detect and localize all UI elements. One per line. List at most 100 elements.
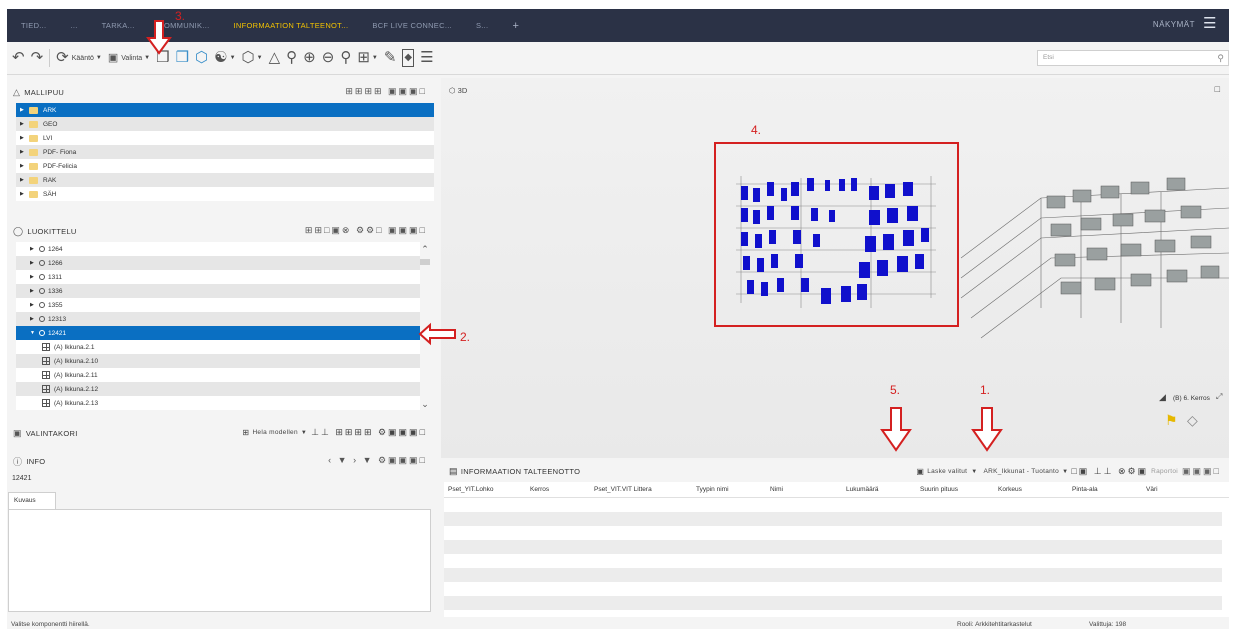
scrollbar-thumb[interactable]	[420, 259, 430, 265]
panel-window-icons[interactable]: ▣▣▣□	[1182, 466, 1221, 477]
torch-icon[interactable]: ⚑	[1165, 412, 1178, 429]
show-button[interactable]: ⬡	[192, 48, 211, 68]
expand-icon[interactable]: ▶	[20, 149, 29, 155]
expand-icon[interactable]: ▶	[30, 302, 39, 308]
expand-icon[interactable]: ▶	[20, 191, 29, 197]
expand-icon[interactable]: ▶	[20, 135, 29, 141]
col-lohko[interactable]: Pset_YIT.Lohko	[444, 482, 526, 497]
eraser-icon[interactable]: ◇	[1187, 412, 1198, 429]
select-dropdown[interactable]: ▣ Valinta ▼	[105, 48, 153, 68]
undo-button[interactable]: ↶	[9, 48, 28, 68]
class-row-12313[interactable]: ▶ 12313	[16, 312, 424, 326]
view-cube-button[interactable]: ⬡ ▼	[239, 48, 266, 68]
tree-row-pdf-felicia[interactable]: ▶ PDF-Felicia	[16, 159, 434, 173]
col-suurin-pituus[interactable]: Suurin pituus	[916, 482, 994, 497]
class-row-1311[interactable]: ▶ 1311	[16, 270, 424, 284]
tree-row-pdf-fiona[interactable]: ▶ PDF- Fiona	[16, 145, 434, 159]
scroll-up-icon[interactable]: ⌃	[420, 244, 430, 255]
tab-files[interactable]: TIED...	[9, 21, 58, 30]
tree-row-geo[interactable]: ▶ GEO	[16, 117, 434, 131]
box-select-button[interactable]: ❒	[153, 48, 172, 68]
class-child-row[interactable]: (A) Ikkuna.2.13	[16, 396, 424, 410]
tree-row-lvi[interactable]: ▶ LVI	[16, 131, 434, 145]
circle-icon	[39, 316, 45, 322]
tree-row-rak[interactable]: ▶ RAK	[16, 173, 434, 187]
class-child-row[interactable]: (A) Ikkuna.2.1	[16, 340, 424, 354]
pencil-icon: ✎	[383, 49, 397, 66]
tree-row-sah[interactable]: ▶ SÄH	[16, 187, 434, 201]
add-tab-button[interactable]: +	[500, 20, 531, 32]
collapse-icon[interactable]: ▼	[30, 330, 39, 336]
expand-icon[interactable]: ▶	[20, 121, 29, 127]
chevron-down-icon: ▼	[256, 55, 263, 61]
redo-button[interactable]: ↷	[28, 48, 47, 68]
chevron-down-icon[interactable]: ▼	[971, 469, 977, 475]
col-nimi[interactable]: Nimi	[766, 482, 842, 497]
tab-s[interactable]: S...	[464, 21, 500, 30]
expand-icon[interactable]: ▶	[30, 316, 39, 322]
zoom-in-button[interactable]: ⊕	[300, 48, 319, 68]
col-pinta-ala[interactable]: Pinta-ala	[1068, 482, 1142, 497]
class-row-1264[interactable]: ▶ 1264	[16, 242, 424, 256]
takeoff-tool-icons[interactable]: □▣ ⊥⊥ ⊗⚙▣	[1071, 466, 1148, 477]
expand-icon[interactable]: ▶	[30, 260, 39, 266]
layers-button[interactable]: ☰	[417, 48, 436, 68]
zoom-fit-button[interactable]: ⚲	[283, 48, 300, 68]
expand-icon[interactable]: ▶	[20, 163, 29, 169]
col-vari[interactable]: Väri	[1142, 482, 1202, 497]
basket-title: VALINTAKORI	[25, 428, 78, 438]
search-icon[interactable]: ⚲	[1217, 53, 1224, 64]
markup-button[interactable]: ✎	[381, 48, 400, 68]
col-tyypin-nimi[interactable]: Tyypin nimi	[692, 482, 766, 497]
walk-button[interactable]: ☯ ▼	[211, 48, 238, 68]
class-child-row[interactable]: (A) Ikkuna.2.11	[16, 368, 424, 382]
expand-icon[interactable]: ▶	[20, 177, 29, 183]
class-row-12421[interactable]: ▼ 12421	[16, 326, 424, 340]
rotate-dropdown[interactable]: ⟳ Kääntö ▼	[53, 48, 105, 68]
info-tools[interactable]: ‹ ▼ › ▼ ⚙▣▣▣□	[328, 455, 427, 466]
tab-information-takeoff[interactable]: INFORMAATION TALTEENOT...	[222, 21, 361, 30]
tab-inspection[interactable]: TARKA...	[90, 21, 147, 30]
col-korkeus[interactable]: Korkeus	[994, 482, 1068, 497]
class-row-1336[interactable]: ▶ 1336	[16, 284, 424, 298]
section-button[interactable]: △	[266, 48, 284, 68]
report-button[interactable]: Raportoi	[1151, 468, 1178, 475]
expand-icon[interactable]: ▶	[20, 107, 29, 113]
classification-scrollbar[interactable]: ⌃ ⌄	[420, 242, 430, 410]
model-tree-tools[interactable]: ⊞⊞⊞⊞ ▣▣▣□	[345, 86, 427, 97]
basket-tools[interactable]: ⊞ Hela modellen ▼ ⊥⊥ ⊞⊞⊞⊞ ⚙▣▣▣□	[242, 427, 427, 438]
col-kerros[interactable]: Kerros	[526, 482, 590, 497]
class-row-1266[interactable]: ▶ 1266	[16, 256, 424, 270]
classification-tools[interactable]: ⊞⊞□▣⊗ ⚙⚙□ ▣▣▣□	[305, 225, 427, 236]
basket-scope[interactable]: Hela modellen	[252, 429, 297, 436]
class-child-row[interactable]: (A) Ikkuna.2.10	[16, 354, 424, 368]
class-row-1355[interactable]: ▶ 1355	[16, 298, 424, 312]
tree-row-ark[interactable]: ▶ ARK	[16, 103, 434, 117]
count-selected-button[interactable]: Laske valitut	[927, 468, 967, 475]
search-input[interactable]: Etsi ⚲	[1037, 50, 1229, 66]
zoom-out-button[interactable]: ⊖	[319, 48, 338, 68]
col-littera[interactable]: Pset_VIT.VIT Littera	[590, 482, 692, 497]
expand-icon[interactable]: ▶	[30, 274, 39, 280]
col-lukumaara[interactable]: Lukumäärä	[842, 482, 916, 497]
template-dropdown[interactable]: ARK_Ikkunat - Tuotanto	[983, 468, 1059, 475]
layers-icon[interactable]: ☰	[1203, 16, 1219, 32]
status-selected-count: Valittuja: 198	[1089, 621, 1127, 628]
expand-icon[interactable]: ▶	[30, 246, 39, 252]
info-tab-description[interactable]: Kuvaus	[8, 492, 56, 509]
chevron-down-icon[interactable]: ▼	[1062, 469, 1068, 475]
isolate-button[interactable]: ❒	[173, 48, 192, 68]
status-bar: Valitse komponentti hiirellä. Rooli: Ark…	[7, 617, 1229, 629]
views-button[interactable]: NÄKYMÄT	[1153, 20, 1195, 29]
scroll-down-icon[interactable]: ⌄	[420, 399, 430, 410]
tab-more[interactable]: ...	[58, 21, 89, 30]
expand-icon[interactable]: ▶	[30, 288, 39, 294]
class-child-row[interactable]: (A) Ikkuna.2.12	[16, 382, 424, 396]
map-button[interactable]: ◆	[399, 48, 417, 68]
zoom-window-button[interactable]: ⚲	[337, 48, 354, 68]
tab-bcf-live-connect[interactable]: BCF LIVE CONNEC...	[360, 21, 464, 30]
measure-button[interactable]: ⊞ ▼	[354, 48, 381, 68]
section-plane-icon[interactable]: ◢	[1159, 392, 1166, 403]
circle-icon	[39, 330, 45, 336]
expand-icon[interactable]: ⤢	[1216, 392, 1222, 402]
